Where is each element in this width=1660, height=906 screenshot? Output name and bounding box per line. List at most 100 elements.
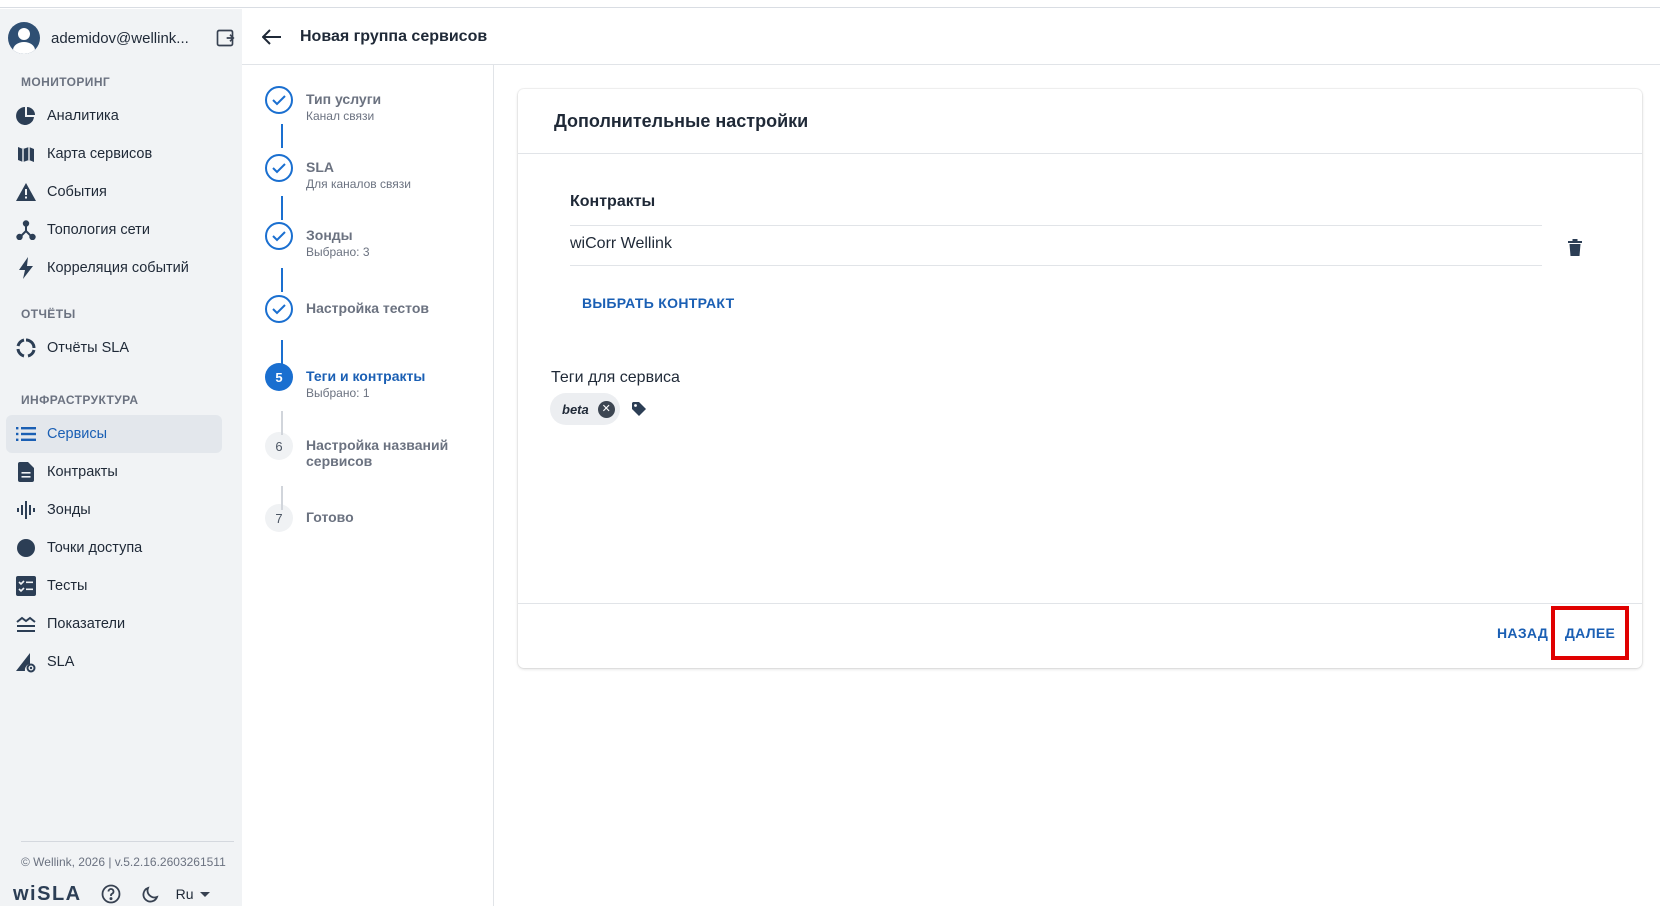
section-title-monitoring: МОНИТОРИНГ (21, 75, 111, 89)
sidebar-item-label: Карта сервисов (47, 146, 153, 162)
sidebar-divider (21, 841, 234, 842)
avatar[interactable] (8, 22, 40, 54)
user-profile[interactable]: ademidov@wellink... (8, 21, 236, 55)
card-title: Дополнительные настройки (554, 111, 809, 131)
sidebar-item-topology[interactable]: Топология сети (6, 211, 222, 249)
additional-settings-card: Дополнительные настройки Контракты wiCor… (518, 89, 1642, 668)
check-icon (265, 154, 293, 182)
sidebar-item-label: Показатели (47, 616, 126, 632)
step-connector (281, 124, 283, 148)
step-number: 5 (265, 363, 293, 391)
circle-icon (14, 536, 38, 560)
sidebar-item-probes[interactable]: Зонды (6, 491, 222, 529)
tags-label: Теги для сервиса (551, 369, 680, 386)
chevron-down-icon (199, 891, 210, 897)
section-title-infrastructure: ИНФРАСТРУКТУРА (21, 393, 139, 407)
sidebar-item-tests[interactable]: Тесты (6, 567, 222, 605)
next-button[interactable]: ДАЛЕЕ (1565, 625, 1615, 641)
delete-icon[interactable] (1563, 235, 1587, 259)
sidebar-item-label: Отчёты SLA (47, 340, 130, 356)
contract-item: wiCorr Wellink (570, 235, 672, 252)
step-title: Готово (306, 509, 354, 525)
step-title: SLA (306, 159, 334, 175)
language-select[interactable]: Ru (176, 886, 210, 902)
user-email: ademidov@wellink... (51, 29, 189, 47)
step-title: Настройка названий сервисов (306, 437, 449, 469)
help-icon[interactable] (100, 883, 122, 905)
step-sla[interactable]: SLA Для каналов связи (265, 154, 411, 191)
wizard-stepper: Тип услуги Канал связи SLA Для каналов свя… (242, 65, 494, 906)
step-tags-contracts[interactable]: 5 Теги и контракты Выбрано: 1 (265, 363, 425, 400)
tag-chip[interactable]: beta ✕ (550, 393, 620, 425)
step-probes[interactable]: Зонды Выбрано: 3 (265, 222, 370, 259)
sidebar-item-analytics[interactable]: Аналитика (6, 97, 222, 135)
sidebar-item-access-points[interactable]: Точки доступа (6, 529, 222, 567)
check-icon (265, 295, 293, 323)
step-connector (281, 486, 283, 510)
step-subtitle: Выбрано: 1 (306, 386, 370, 400)
step-title: Настройка тестов (306, 300, 430, 316)
choose-contract-button[interactable]: ВЫБРАТЬ КОНТРАКТ (582, 295, 734, 311)
sidebar-item-sla[interactable]: SLA (6, 643, 222, 681)
step-number: 7 (265, 504, 293, 532)
sidebar-item-label: Зонды (47, 502, 91, 518)
sidebar-item-correlation[interactable]: Корреляция событий (6, 249, 222, 287)
tag-icon[interactable] (630, 400, 648, 418)
sidebar-item-service-map[interactable]: Карта сервисов (6, 135, 222, 173)
sla-settings-icon (14, 650, 38, 674)
step-subtitle: Для каналов связи (306, 177, 411, 191)
check-icon (265, 86, 293, 114)
sidebar-item-sla-reports[interactable]: Отчёты SLA (6, 329, 222, 367)
sidebar-item-label: Сервисы (47, 426, 108, 442)
back-arrow-icon[interactable] (258, 23, 286, 51)
step-subtitle: Выбрано: 3 (306, 245, 370, 259)
divider (518, 603, 1642, 604)
step-connector (281, 340, 283, 364)
checklist-icon (14, 574, 38, 598)
list-icon (14, 422, 38, 446)
section-title-reports: ОТЧЁТЫ (21, 307, 76, 321)
logout-icon[interactable] (214, 27, 236, 49)
step-service-type[interactable]: Тип услуги Канал связи (265, 86, 381, 123)
step-number: 6 (265, 432, 293, 460)
step-connector (281, 196, 283, 220)
step-service-names[interactable]: 6 Настройка названий сервисов (265, 432, 466, 469)
topology-icon (14, 218, 38, 242)
sidebar-item-contracts[interactable]: Контракты (6, 453, 222, 491)
check-icon (265, 222, 293, 250)
sidebar-item-label: Аналитика (47, 108, 119, 124)
dark-mode-icon[interactable] (140, 883, 162, 905)
step-connector (281, 411, 283, 435)
step-connector (281, 268, 283, 292)
divider (570, 225, 1542, 226)
back-button[interactable]: НАЗАД (1497, 625, 1548, 641)
donut-icon (14, 336, 38, 360)
page-header: Новая группа сервисов (242, 9, 1660, 65)
top-border (0, 0, 1660, 8)
sidebar: ademidov@wellink... МОНИТОРИНГ Аналитика… (0, 9, 242, 906)
metrics-icon (14, 612, 38, 636)
sidebar-item-services[interactable]: Сервисы (6, 415, 222, 453)
step-title: Зонды (306, 227, 353, 243)
sidebar-item-metrics[interactable]: Показатели (6, 605, 222, 643)
sidebar-item-label: Тесты (47, 578, 88, 594)
step-title: Тип услуги (306, 91, 382, 107)
page-title: Новая группа сервисов (300, 27, 488, 45)
brand-logo: wiSLA (13, 882, 82, 905)
map-icon (14, 142, 38, 166)
sidebar-item-events[interactable]: События (6, 173, 222, 211)
waveform-icon (14, 498, 38, 522)
next-button-highlight: ДАЛЕЕ (1551, 606, 1629, 660)
step-done[interactable]: 7 Готово (265, 504, 354, 532)
copyright: © Wellink, 2026 | v.5.2.16.2603261511 (21, 855, 226, 869)
sidebar-item-label: Топология сети (47, 222, 150, 238)
sidebar-item-label: Корреляция событий (47, 260, 189, 276)
close-icon[interactable]: ✕ (597, 400, 615, 418)
bolt-icon (14, 256, 38, 280)
step-test-settings[interactable]: Настройка тестов (265, 295, 429, 323)
pie-chart-icon (14, 104, 38, 128)
divider (518, 153, 1642, 154)
step-title: Теги и контракты (306, 368, 426, 384)
sidebar-item-label: События (47, 184, 107, 200)
sidebar-footer: wiSLA Ru (13, 881, 238, 906)
